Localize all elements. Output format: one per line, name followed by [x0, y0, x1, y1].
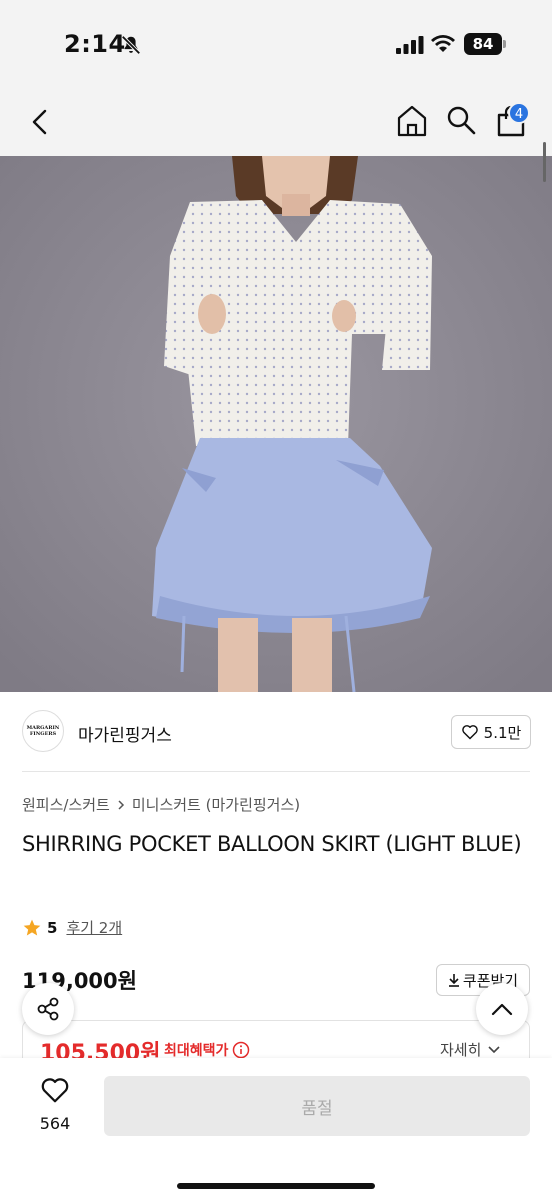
star-icon — [23, 919, 41, 935]
battery-icon: 84 — [464, 33, 502, 55]
wishlist-count: 564 — [39, 1114, 71, 1133]
heart-icon — [461, 725, 478, 740]
benefit-detail-toggle[interactable]: 자세히 — [440, 1039, 501, 1060]
product-title: SHIRRING POCKET BALLOON SKIRT (LIGHT BLU… — [22, 832, 522, 856]
rating-row: 5 후기 2개 — [22, 917, 122, 938]
share-icon — [37, 997, 59, 1021]
wifi-icon — [431, 35, 455, 52]
rating-score: 5 — [47, 918, 58, 937]
home-icon[interactable] — [396, 104, 428, 138]
breadcrumb-subcategory[interactable]: 미니스커트 (마가린핑거스) — [132, 794, 300, 815]
cart-count-badge: 4 — [508, 102, 530, 124]
bottom-action-bar: 564 품절 — [0, 1058, 552, 1200]
scrollbar-thumb[interactable] — [543, 142, 546, 182]
benefit-label-text: 최대혜택가 — [164, 1043, 229, 1059]
detail-label: 자세히 — [440, 1041, 482, 1059]
search-icon[interactable] — [446, 105, 476, 135]
heart-icon — [41, 1078, 69, 1103]
brand-like-count: 5.1만 — [483, 723, 522, 742]
wishlist-button[interactable]: 564 — [24, 1076, 86, 1136]
back-chevron-icon[interactable] — [26, 106, 54, 138]
status-time: 2:14 — [64, 30, 126, 58]
brand-logo[interactable]: MARGARIN FINGERS — [22, 710, 64, 752]
info-icon — [233, 1041, 250, 1059]
product-photo — [0, 156, 552, 692]
battery-tip — [503, 40, 506, 48]
divider — [22, 771, 530, 772]
chevron-right-icon — [118, 799, 124, 810]
scroll-to-top-button[interactable] — [476, 983, 528, 1035]
brand-name[interactable]: 마가린핑거스 — [78, 721, 172, 746]
brand-row: MARGARIN FINGERS 마가린핑거스 5.1만 — [0, 692, 552, 772]
home-indicator — [177, 1183, 375, 1189]
breadcrumb-category[interactable]: 원피스/스커트 — [22, 794, 110, 815]
breadcrumb: 원피스/스커트 미니스커트 (마가린핑거스) — [22, 794, 300, 815]
download-icon — [448, 974, 459, 987]
brand-like-button[interactable]: 5.1만 — [451, 715, 531, 749]
chevron-up-icon — [491, 1003, 513, 1016]
bell-slash-icon — [121, 35, 141, 55]
top-nav: 4 — [0, 88, 552, 156]
sold-out-button[interactable]: 품절 — [104, 1076, 530, 1136]
product-image[interactable] — [0, 156, 552, 692]
chevron-down-icon — [488, 1045, 500, 1053]
benefit-label[interactable]: 최대혜택가 — [164, 1040, 250, 1060]
reviews-link[interactable]: 후기 2개 — [66, 917, 122, 938]
cellular-signal-icon — [396, 36, 424, 54]
status-bar: 2:14 84 — [0, 0, 552, 88]
share-button[interactable] — [22, 983, 74, 1035]
